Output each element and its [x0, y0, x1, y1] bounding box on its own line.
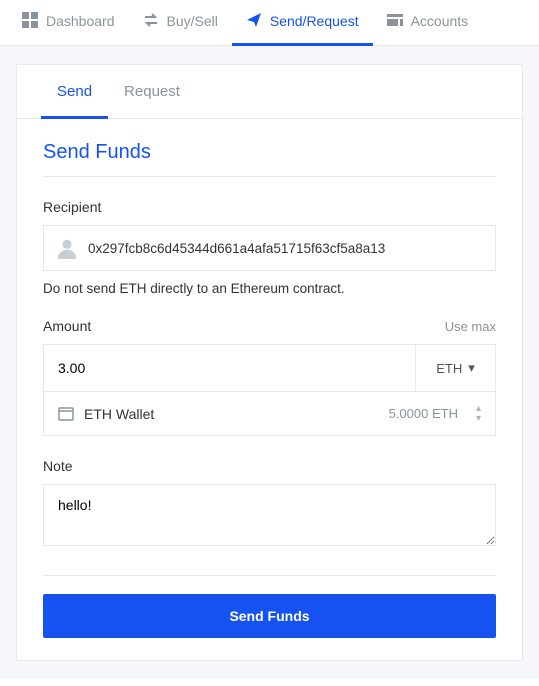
send-icon [246, 12, 262, 31]
note-input[interactable] [43, 484, 496, 546]
dashboard-icon [22, 12, 38, 31]
page-title: Send Funds [43, 141, 496, 177]
avatar-icon [56, 237, 78, 259]
wallet-icon [58, 407, 74, 421]
top-nav: Dashboard Buy/Sell Send/Request Accounts [0, 0, 539, 46]
amount-input[interactable] [44, 345, 415, 391]
card-tabs: Send Request [17, 65, 522, 119]
recipient-input[interactable] [88, 241, 483, 256]
tab-send[interactable]: Send [41, 65, 108, 119]
wallet-name: ETH Wallet [84, 406, 379, 422]
amount-label: Amount [43, 318, 91, 334]
nav-sendrequest-label: Send/Request [270, 13, 359, 29]
currency-select[interactable]: ETH ▾ [415, 345, 495, 391]
send-card: Send Request Send Funds Recipient Do not… [16, 64, 523, 661]
nav-accounts[interactable]: Accounts [373, 0, 483, 46]
amount-label-row: Amount Use max [43, 318, 496, 334]
recipient-label: Recipient [43, 199, 496, 215]
recipient-helper: Do not send ETH directly to an Ethereum … [43, 281, 496, 296]
page-body: Send Request Send Funds Recipient Do not… [0, 46, 539, 679]
amount-row: ETH ▾ [44, 345, 495, 391]
use-max-link[interactable]: Use max [445, 319, 496, 334]
recipient-input-row [43, 225, 496, 271]
sort-icon: ▴▾ [476, 404, 481, 424]
wallet-select[interactable]: ETH Wallet 5.0000 ETH ▴▾ [44, 391, 495, 435]
swap-icon [143, 12, 159, 31]
amount-group: ETH ▾ ETH Wallet 5.0000 ETH ▴▾ [43, 344, 496, 436]
nav-dashboard-label: Dashboard [46, 13, 115, 29]
accounts-icon [387, 12, 403, 31]
send-funds-button[interactable]: Send Funds [43, 594, 496, 638]
wallet-balance: 5.0000 ETH [389, 406, 458, 421]
note-label: Note [43, 458, 496, 474]
card-body: Send Funds Recipient Do not send ETH dir… [17, 119, 522, 660]
nav-sendrequest[interactable]: Send/Request [232, 0, 373, 46]
nav-accounts-label: Accounts [411, 13, 469, 29]
nav-dashboard[interactable]: Dashboard [8, 0, 129, 46]
nav-buysell[interactable]: Buy/Sell [129, 0, 232, 46]
tab-request[interactable]: Request [108, 65, 196, 119]
nav-buysell-label: Buy/Sell [167, 13, 218, 29]
currency-label: ETH [436, 361, 462, 376]
divider [43, 575, 496, 576]
chevron-down-icon: ▾ [468, 360, 475, 376]
